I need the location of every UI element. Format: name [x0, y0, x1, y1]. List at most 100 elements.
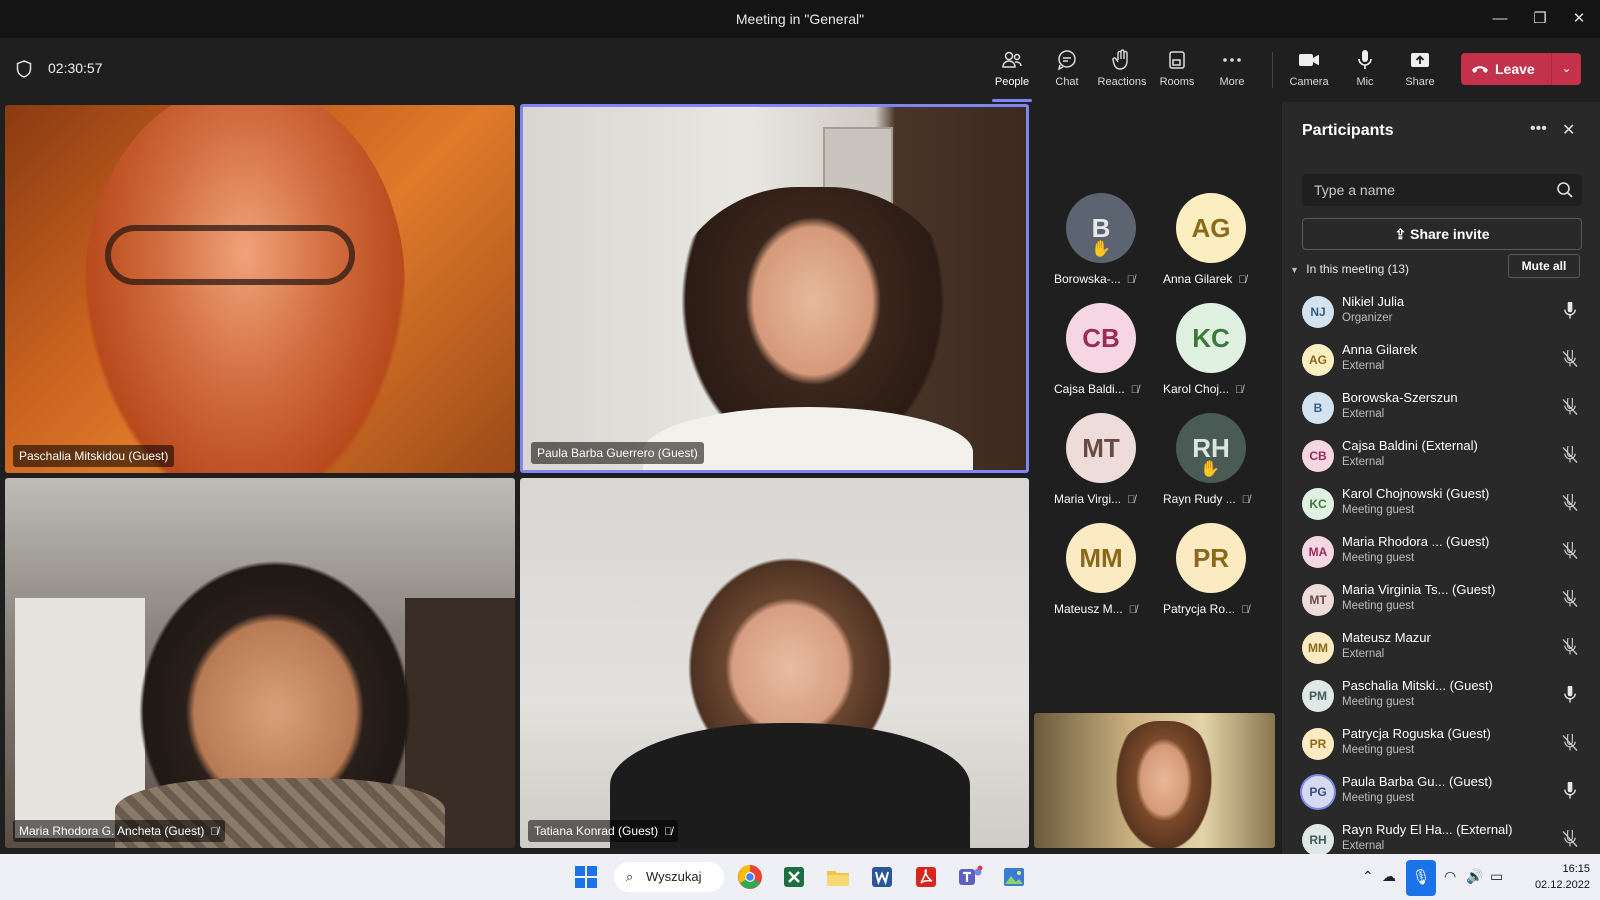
self-view-video[interactable]: [1034, 713, 1275, 848]
people-label: People: [994, 76, 1030, 88]
leave-label: Leave: [1495, 61, 1535, 77]
share-invite-button[interactable]: ⇪ Share invite: [1302, 218, 1582, 250]
volume-icon[interactable]: 🔊: [1466, 868, 1483, 885]
avatar-pr[interactable]: PR: [1176, 523, 1246, 593]
participant-row[interactable]: CB Cajsa Baldini (External) External: [1282, 432, 1600, 480]
participant-video: [85, 105, 405, 473]
mute-all-button[interactable]: Mute all: [1508, 254, 1580, 278]
people-icon: [1002, 51, 1022, 68]
mic-off-icon: 🎙̸: [210, 826, 219, 838]
reactions-button[interactable]: Reactions: [1094, 48, 1150, 94]
wifi-icon[interactable]: ◠: [1444, 868, 1456, 885]
window-title: Meeting in "General": [735, 11, 865, 27]
camera-label: Camera: [1289, 76, 1329, 88]
onedrive-icon[interactable]: ☁: [1382, 868, 1396, 885]
leave-options-chevron-icon[interactable]: ⌄: [1552, 53, 1581, 85]
minimize-button[interactable]: —: [1482, 8, 1518, 30]
avatar-mm[interactable]: MM: [1066, 523, 1136, 593]
more-icon: [1223, 58, 1241, 62]
search-input[interactable]: [1302, 174, 1542, 206]
participant-name: Nikiel Julia: [1342, 294, 1405, 309]
participant-role: Meeting guest: [1342, 744, 1415, 756]
maximize-button[interactable]: ❐: [1522, 8, 1558, 30]
participant-row[interactable]: RH Rayn Rudy El Ha... (External) External: [1282, 816, 1600, 854]
panel-more-icon[interactable]: •••: [1530, 120, 1547, 138]
participant-role: External: [1342, 360, 1385, 372]
tray-mic-icon[interactable]: 🎙: [1406, 860, 1436, 896]
word-icon[interactable]: [868, 863, 896, 891]
participant-row[interactable]: PG Paula Barba Gu... (Guest) Meeting guest: [1282, 768, 1600, 816]
tray-expand-icon[interactable]: ⌃: [1362, 868, 1374, 885]
leave-button[interactable]: Leave ⌄: [1461, 53, 1581, 85]
raised-hand-icon: ✋: [1091, 241, 1111, 258]
teams-icon[interactable]: [956, 863, 984, 891]
search-icon[interactable]: [1556, 181, 1574, 199]
chrome-icon[interactable]: [736, 863, 764, 891]
participant-row[interactable]: PM Paschalia Mitski... (Guest) Meeting gue…: [1282, 672, 1600, 720]
leave-main[interactable]: Leave: [1461, 53, 1551, 85]
video-tile[interactable]: Paschalia Mitskidou (Guest): [5, 105, 515, 473]
participant-role: External: [1342, 408, 1385, 420]
avatar-label: Cajsa Baldi... 🎙̸: [1054, 382, 1139, 396]
participant-video: [1109, 721, 1219, 848]
mic-icon: [1564, 686, 1576, 703]
camera-button[interactable]: Camera: [1281, 48, 1337, 94]
participant-name: Anna Gilarek: [1342, 342, 1418, 357]
video-name-label: Paula Barba Guerrero (Guest): [531, 442, 704, 464]
participant-role: External: [1342, 456, 1385, 468]
avatar-cb[interactable]: CB: [1066, 303, 1136, 373]
mic-icon: [1564, 302, 1576, 319]
share-button[interactable]: Share: [1392, 48, 1448, 94]
panel-close-icon[interactable]: ✕: [1562, 120, 1575, 140]
participant-name: Paschalia Mitski... (Guest): [1342, 678, 1493, 693]
video-tile[interactable]: Maria Rhodora G. Ancheta (Guest) 🎙̸: [5, 478, 515, 848]
raised-hand-icon: ✋: [1200, 461, 1220, 478]
participant-row[interactable]: B Borowska-Szerszun External: [1282, 384, 1600, 432]
people-button[interactable]: People: [984, 48, 1040, 102]
avatar-ag[interactable]: AG: [1176, 193, 1246, 263]
avatar-mt[interactable]: MT: [1066, 413, 1136, 483]
taskbar-search[interactable]: ⌕ Wyszukaj: [614, 862, 724, 892]
participant-role: External: [1342, 840, 1385, 852]
mic-button[interactable]: Mic: [1337, 48, 1393, 94]
mic-off-icon: 🎙̸: [1127, 494, 1136, 506]
participant-name: Patrycja Roguska (Guest): [1342, 726, 1491, 741]
video-tile-active[interactable]: Paula Barba Guerrero (Guest): [520, 104, 1029, 473]
mic-off-icon: [1562, 494, 1578, 511]
more-button[interactable]: More: [1204, 48, 1260, 94]
share-invite-icon: ⇪: [1394, 226, 1407, 242]
participant-row[interactable]: NJ Nikiel Julia Organizer: [1282, 288, 1600, 336]
participant-avatar: MA: [1302, 536, 1334, 568]
taskbar-clock[interactable]: 16:15 02.12.2022: [1520, 861, 1590, 893]
avatar-kc[interactable]: KC: [1176, 303, 1246, 373]
participant-row[interactable]: MT Maria Virginia Ts... (Guest) Meeting gu…: [1282, 576, 1600, 624]
in-meeting-header[interactable]: ▼ In this meeting (13): [1290, 262, 1409, 276]
participant-name: Paula Barba Gu... (Guest): [1342, 774, 1493, 789]
windows-start-icon[interactable]: [572, 863, 600, 891]
rooms-button[interactable]: Rooms: [1149, 48, 1205, 94]
battery-icon[interactable]: ▭: [1490, 868, 1503, 885]
participant-row[interactable]: KC Karol Chojnowski (Guest) Meeting guest: [1282, 480, 1600, 528]
share-label: Share: [1405, 76, 1435, 88]
mic-off-icon: 🎙̸: [1130, 384, 1139, 396]
participant-avatar: KC: [1302, 488, 1334, 520]
participant-role: Organizer: [1342, 312, 1393, 324]
excel-icon[interactable]: [780, 863, 808, 891]
participant-row[interactable]: MM Mateusz Mazur External: [1282, 624, 1600, 672]
close-window-button[interactable]: ✕: [1561, 8, 1597, 30]
shield-icon: [16, 60, 32, 78]
file-explorer-icon[interactable]: [824, 863, 852, 891]
mic-off-icon: [1562, 638, 1578, 655]
video-name-label: Tatiana Konrad (Guest) 🎙̸: [528, 820, 679, 842]
chat-button[interactable]: Chat: [1039, 48, 1095, 94]
video-tile[interactable]: Tatiana Konrad (Guest) 🎙̸: [520, 478, 1029, 848]
participant-row[interactable]: AG Anna Gilarek External: [1282, 336, 1600, 384]
acrobat-icon[interactable]: [912, 863, 940, 891]
photos-icon[interactable]: [1000, 863, 1028, 891]
participant-row[interactable]: MA Maria Rhodora ... (Guest) Meeting guest: [1282, 528, 1600, 576]
participant-avatar: PM: [1302, 680, 1334, 712]
participant-row[interactable]: PR Patrycja Roguska (Guest) Meeting guest: [1282, 720, 1600, 768]
avatar-label: Patrycja Ro... 🎙̸: [1163, 602, 1250, 616]
reactions-label: Reactions: [1097, 76, 1147, 88]
mic-off-icon: 🎙̸: [1126, 274, 1135, 286]
